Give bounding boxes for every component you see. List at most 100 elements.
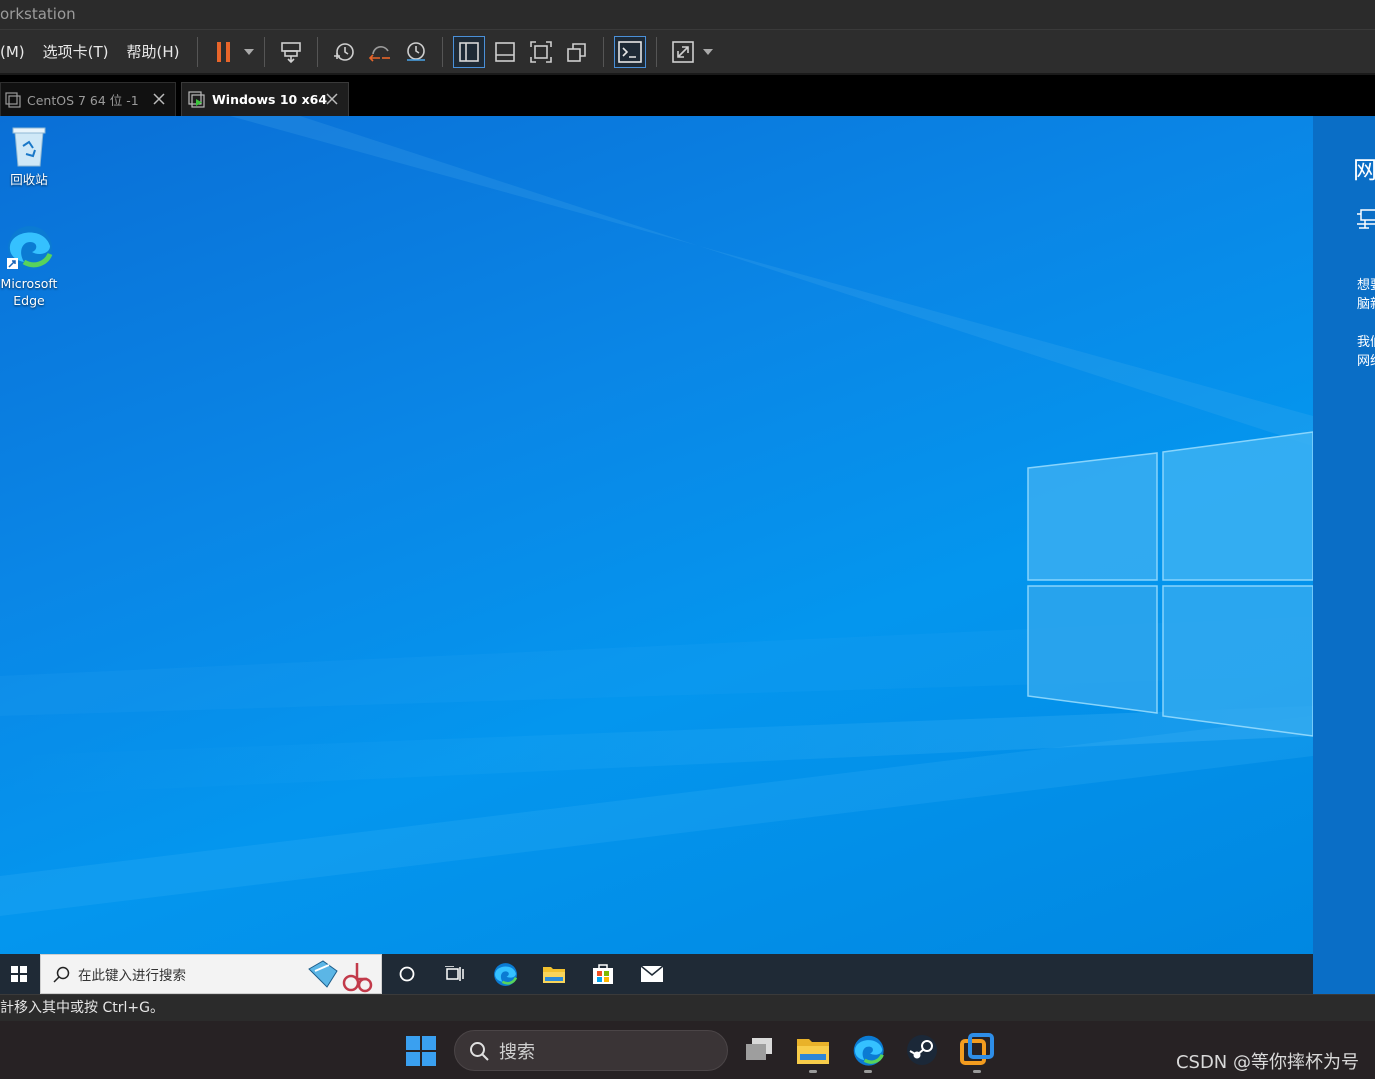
host-taskbar: 搜索 CSDN @等你摔杯为号: [0, 1021, 1375, 1079]
stretch-view-dropdown[interactable]: [701, 36, 715, 68]
task-view-icon: [746, 1038, 772, 1060]
host-file-explorer-button[interactable]: [792, 1029, 834, 1073]
pause-button[interactable]: [208, 36, 240, 68]
separator: [263, 36, 265, 67]
stretch-view-button[interactable]: [667, 36, 699, 68]
vmware-icon: [960, 1033, 994, 1065]
host-search-placeholder: 搜索: [499, 1041, 535, 1063]
guest-search-box[interactable]: 在此键入进行搜索: [40, 954, 382, 994]
separator: [441, 36, 443, 67]
recycle-bin-label: 回收站: [10, 172, 48, 187]
send-ctrl-alt-del-button[interactable]: [275, 36, 307, 68]
guest-file-explorer-button[interactable]: [530, 954, 578, 994]
windows-logo-icon: [11, 966, 27, 982]
mail-icon: [640, 965, 664, 982]
search-icon: [470, 1041, 489, 1061]
running-indicator: [973, 1070, 981, 1073]
file-explorer-icon: [543, 967, 565, 983]
library-view-icon: [458, 41, 479, 62]
tab-label: Windows 10 x64: [212, 92, 328, 107]
pause-icon: [216, 41, 230, 62]
console-view-icon: [617, 40, 642, 63]
file-explorer-icon: [797, 1039, 829, 1064]
running-indicator: [809, 1070, 817, 1073]
edge-label-line1: Microsoft: [0, 276, 58, 291]
edge-icon: [494, 963, 518, 986]
revert-snapshot-icon: [368, 45, 390, 62]
send-ctrl-alt-del-icon: [280, 41, 301, 63]
task-view-icon: [445, 966, 464, 981]
snapshot-manager-icon: [406, 41, 425, 61]
menu-item-vm[interactable]: (M): [0, 37, 34, 67]
snapshot-button[interactable]: [328, 36, 360, 68]
thumbnail-view-button[interactable]: [489, 36, 521, 68]
guest-mail-button[interactable]: [628, 954, 676, 994]
close-icon[interactable]: [151, 91, 167, 107]
guest-task-view-button[interactable]: [431, 954, 479, 994]
vmware-status-bar: 計移入其中或按 Ctrl+G。: [0, 994, 1375, 1021]
stretch-view-icon: [671, 40, 694, 63]
separator: [602, 36, 604, 67]
vm-tab-strip: CentOS 7 64 位 -1 Windows 10 x64: [0, 75, 1375, 116]
unity-icon: [566, 42, 586, 62]
running-indicator: [864, 1070, 872, 1073]
thumbnail-view-icon: [494, 41, 515, 62]
csdn-watermark: CSDN @等你摔杯为号: [1175, 1052, 1359, 1073]
search-icon: [53, 966, 70, 983]
flyout-text-line: 网络: [1357, 354, 1375, 369]
edge-icon: [7, 226, 53, 270]
edge-label-line2: Edge: [13, 293, 45, 308]
snapshot-icon: [333, 42, 354, 61]
revert-snapshot-button[interactable]: [364, 36, 396, 68]
chevron-down-icon: [702, 48, 713, 55]
separator: [196, 36, 198, 67]
cortana-icon: [399, 966, 415, 982]
chevron-down-icon: [243, 48, 254, 55]
menu-item-help[interactable]: 帮助(H): [118, 37, 189, 67]
guest-search-placeholder: 在此键入进行搜索: [78, 968, 186, 984]
edge-icon: [853, 1035, 884, 1066]
windows-logo-icon: [406, 1036, 436, 1066]
store-icon: [593, 964, 613, 984]
guest-cortana-button[interactable]: [383, 954, 431, 994]
steam-icon: [907, 1035, 937, 1065]
host-vmware-button[interactable]: [956, 1029, 998, 1073]
snapshot-manager-button[interactable]: [400, 36, 432, 68]
recycle-bin-icon: [12, 127, 46, 167]
windows-wallpaper: [0, 116, 1313, 916]
host-steam-button[interactable]: [901, 1029, 943, 1071]
host-edge-button[interactable]: [847, 1029, 889, 1073]
tab-label: CentOS 7 64 位 -1: [27, 93, 139, 108]
flyout-text-line: 想要: [1357, 278, 1375, 293]
recycle-bin-shortcut[interactable]: 回收站: [0, 124, 58, 188]
separator: [655, 36, 657, 67]
flyout-text-line: 我们: [1357, 335, 1375, 350]
unity-button[interactable]: [561, 36, 593, 68]
menubar: (M) 选项卡(T) 帮助(H): [0, 29, 1375, 75]
host-task-view-button[interactable]: [738, 1029, 780, 1071]
library-view-button[interactable]: [452, 35, 485, 68]
vm-running-tab-icon: [188, 90, 205, 108]
guest-taskbar: 在此键入进行搜索: [0, 954, 1313, 994]
guest-edge-button[interactable]: [481, 954, 529, 994]
vm-tab-icon: [5, 91, 21, 108]
separator: [316, 36, 318, 67]
network-flyout-panel: 网 想要 脑新 我们 网络: [1313, 116, 1375, 994]
pause-dropdown[interactable]: [242, 36, 256, 68]
tab-centos[interactable]: CentOS 7 64 位 -1: [0, 82, 176, 116]
close-icon[interactable]: [324, 91, 340, 107]
flyout-text-line: 脑新: [1357, 297, 1375, 312]
search-highlight-icon: [308, 960, 373, 993]
tab-windows10[interactable]: Windows 10 x64: [181, 82, 349, 116]
full-screen-icon: [529, 40, 552, 63]
guest-start-button[interactable]: [0, 954, 38, 994]
window-title: orkstation: [0, 0, 1375, 29]
guest-desktop[interactable]: 回收站 Microsoft Edge 在此键入进行搜索: [0, 116, 1313, 994]
menu-item-tabs[interactable]: 选项卡(T): [34, 37, 118, 67]
full-screen-button[interactable]: [525, 36, 557, 68]
host-start-button[interactable]: [400, 1030, 442, 1072]
host-search-box[interactable]: 搜索: [454, 1030, 728, 1071]
guest-store-button[interactable]: [579, 954, 627, 994]
edge-shortcut[interactable]: Microsoft Edge: [0, 222, 58, 309]
console-view-button[interactable]: [613, 35, 646, 68]
